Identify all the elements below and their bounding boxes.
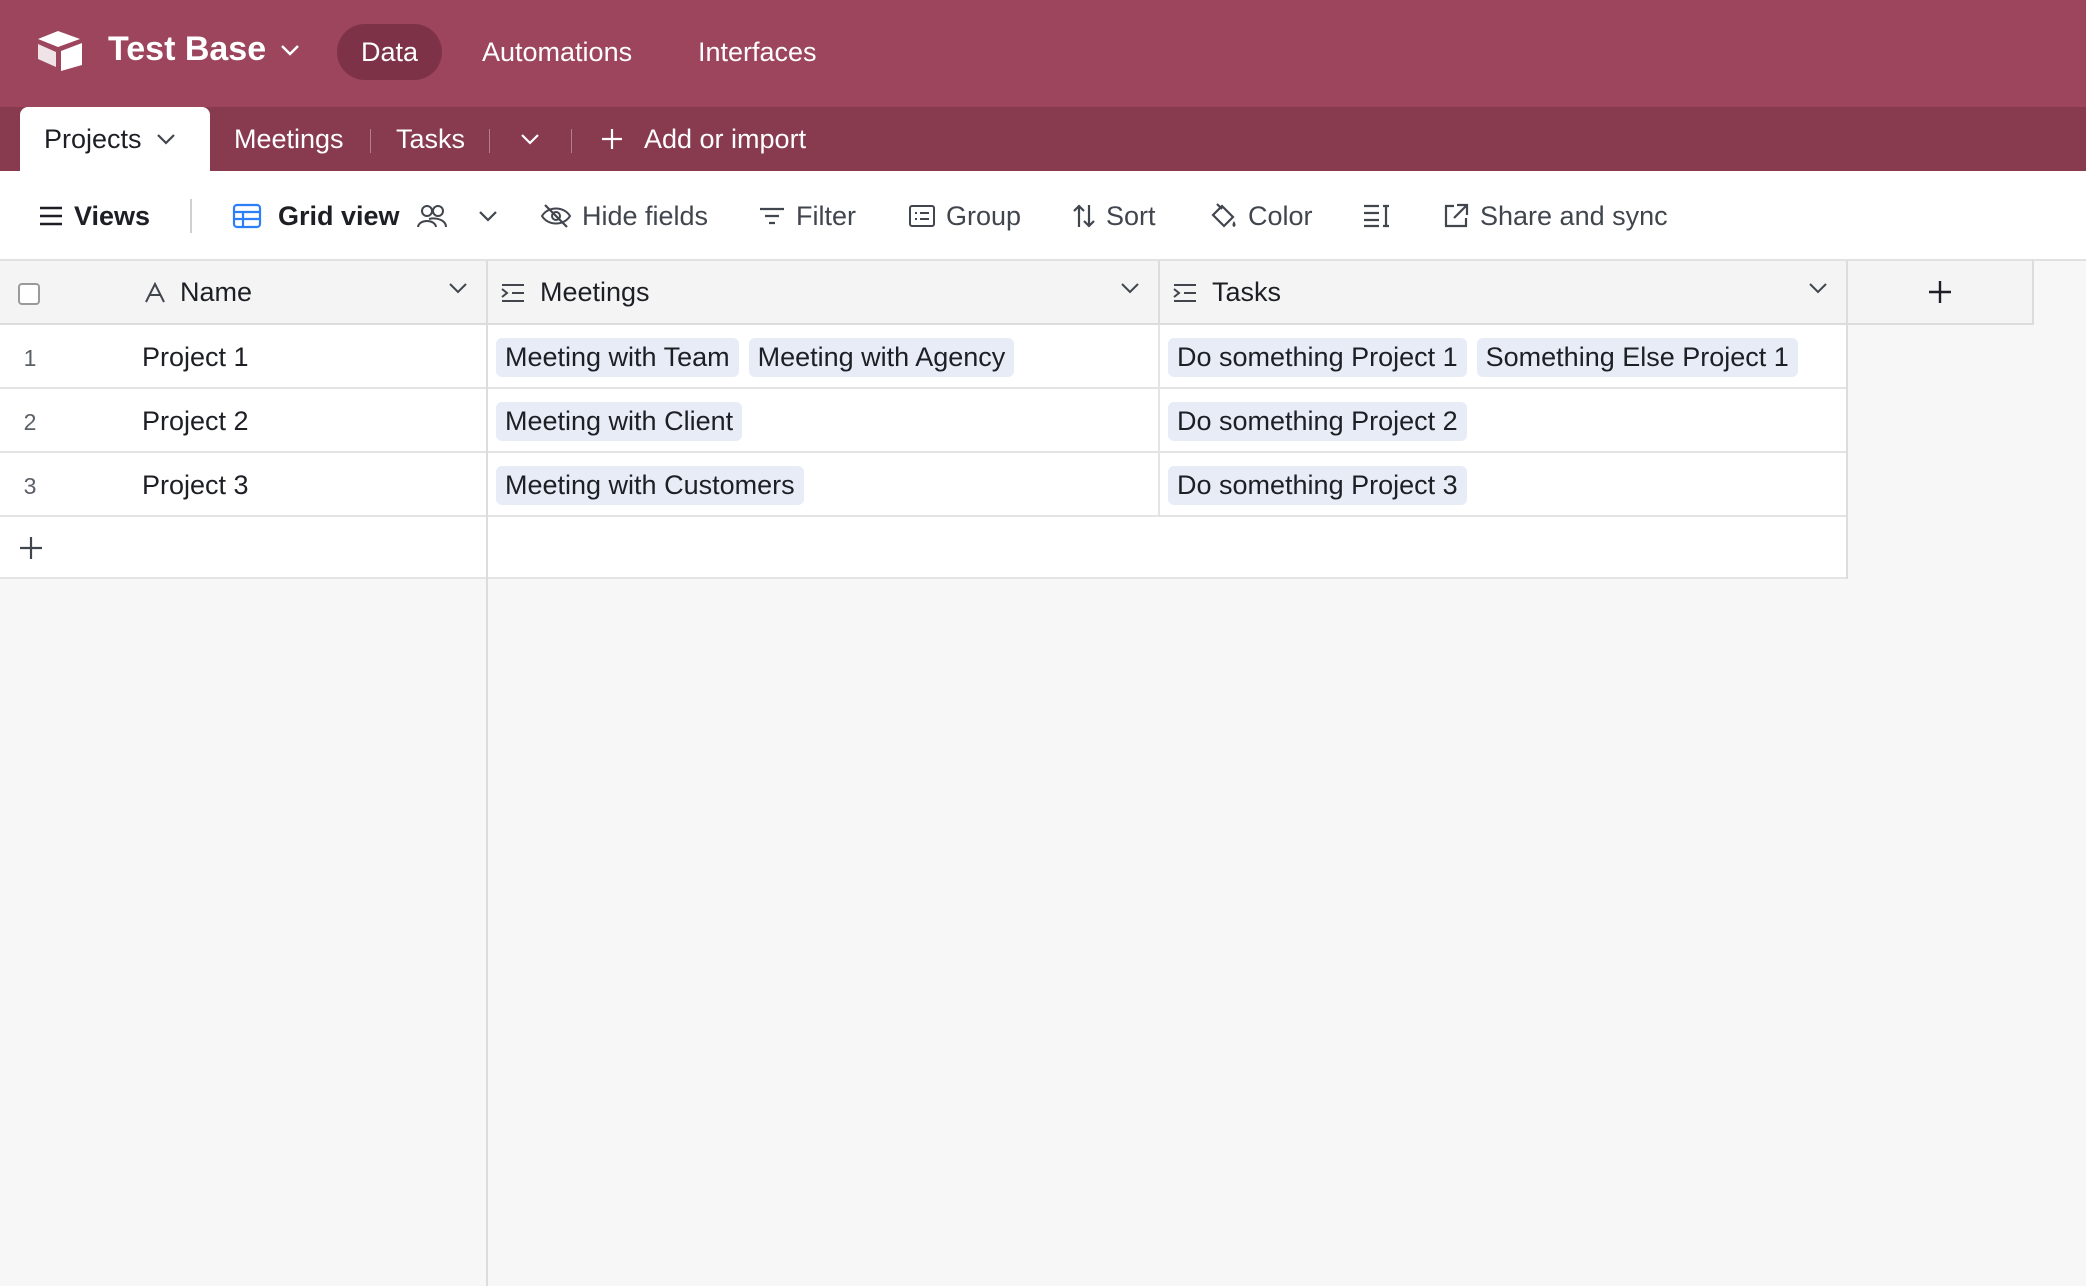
linked-record-chip[interactable]: Do something Project 1 bbox=[1168, 337, 1467, 377]
color-button[interactable]: Color bbox=[1208, 171, 1313, 261]
meetings-cell[interactable]: Meeting with Customers bbox=[496, 453, 814, 517]
collaborators-icon bbox=[416, 205, 447, 228]
tab-tasks[interactable]: Tasks bbox=[396, 107, 465, 171]
column-divider bbox=[1846, 325, 1848, 579]
plus-icon bbox=[20, 537, 42, 559]
sort-label: Sort bbox=[1106, 200, 1156, 231]
sort-button[interactable]: Sort bbox=[1072, 171, 1156, 261]
paint-bucket-icon bbox=[1211, 203, 1236, 228]
row-height-icon bbox=[1364, 204, 1389, 228]
filter-label: Filter bbox=[796, 200, 856, 231]
tab-projects-label: Projects bbox=[44, 123, 142, 154]
column-header-name[interactable]: Name bbox=[0, 261, 488, 325]
add-or-import-label: Add or import bbox=[644, 123, 807, 154]
frozen-column-divider bbox=[486, 261, 488, 1286]
tasks-cell[interactable]: Do something Project 3 bbox=[1168, 453, 1477, 517]
view-toolbar: Views Grid view Hide fields Filter Group… bbox=[0, 171, 2086, 261]
table-row[interactable]: 2 Project 2 Meeting with Client Do somet… bbox=[0, 389, 1848, 453]
linked-record-icon bbox=[1173, 284, 1196, 302]
name-cell[interactable]: Project 3 bbox=[142, 453, 249, 517]
linked-record-chip[interactable]: Meeting with Agency bbox=[748, 337, 1015, 377]
views-button[interactable]: Views bbox=[38, 171, 150, 261]
eye-slash-icon bbox=[540, 204, 572, 228]
tasks-cell[interactable]: Do something Project 2 bbox=[1168, 389, 1477, 453]
nav-interfaces[interactable]: Interfaces bbox=[674, 24, 841, 80]
more-tables-button[interactable] bbox=[520, 107, 540, 171]
meetings-cell[interactable]: Meeting with Client bbox=[496, 389, 752, 453]
base-name: Test Base bbox=[108, 30, 267, 68]
grid-icon bbox=[232, 203, 262, 229]
external-link-icon bbox=[1444, 203, 1469, 228]
linked-record-chip[interactable]: Something Else Project 1 bbox=[1476, 337, 1798, 377]
group-label: Group bbox=[946, 200, 1022, 231]
name-cell[interactable]: Project 2 bbox=[142, 389, 249, 453]
app-header: Test Base Data Automations Interfaces bbox=[0, 0, 2086, 107]
table-tabbar: Projects Meetings Tasks Add or import bbox=[0, 107, 2086, 171]
chevron-down-icon[interactable] bbox=[448, 281, 468, 295]
tab-divider bbox=[489, 129, 490, 153]
sort-icon bbox=[1073, 204, 1095, 228]
chevron-down-icon[interactable] bbox=[1120, 281, 1140, 295]
text-field-icon bbox=[145, 282, 165, 303]
tab-divider bbox=[370, 129, 371, 153]
chevron-down-icon bbox=[521, 134, 539, 145]
tab-projects[interactable]: Projects bbox=[20, 107, 210, 171]
column-header-meetings[interactable]: Meetings bbox=[488, 261, 1160, 325]
chevron-down-icon[interactable] bbox=[156, 132, 176, 146]
share-and-sync-button[interactable]: Share and sync bbox=[1442, 171, 1668, 261]
base-name-button[interactable]: Test Base bbox=[108, 30, 300, 69]
name-cell[interactable]: Project 1 bbox=[142, 325, 249, 389]
toolbar-divider bbox=[190, 199, 192, 233]
chevron-down-icon[interactable] bbox=[1808, 281, 1828, 295]
linked-record-chip[interactable]: Meeting with Team bbox=[496, 337, 739, 377]
filter-icon bbox=[760, 207, 784, 225]
nav-data[interactable]: Data bbox=[337, 24, 443, 80]
linked-record-chip[interactable]: Meeting with Client bbox=[496, 401, 743, 441]
column-divider bbox=[1158, 325, 1160, 517]
chevron-down-icon bbox=[281, 44, 300, 56]
color-label: Color bbox=[1248, 200, 1313, 231]
group-button[interactable]: Group bbox=[908, 171, 1021, 261]
linked-record-chip[interactable]: Do something Project 3 bbox=[1168, 465, 1467, 505]
plus-icon bbox=[602, 129, 622, 149]
chevron-down-icon bbox=[478, 211, 497, 222]
meetings-cell[interactable]: Meeting with Team Meeting with Agency bbox=[496, 325, 1024, 389]
table-row[interactable]: 1 Project 1 Meeting with Team Meeting wi… bbox=[0, 325, 1848, 389]
linked-record-chip[interactable]: Meeting with Customers bbox=[496, 465, 804, 505]
hide-fields-label: Hide fields bbox=[582, 200, 709, 231]
column-header-label: Tasks bbox=[1212, 276, 1282, 307]
tasks-cell[interactable]: Do something Project 1 Something Else Pr… bbox=[1168, 325, 1808, 389]
linked-record-chip[interactable]: Do something Project 2 bbox=[1168, 401, 1467, 441]
row-number: 3 bbox=[23, 473, 37, 499]
tab-meetings[interactable]: Meetings bbox=[234, 107, 344, 171]
view-name: Grid view bbox=[278, 200, 400, 231]
row-number: 1 bbox=[23, 345, 37, 371]
plus-icon bbox=[1929, 281, 1951, 303]
add-row-button[interactable] bbox=[0, 517, 1848, 579]
views-label: Views bbox=[74, 200, 151, 231]
view-switcher-button[interactable]: Grid view bbox=[232, 171, 508, 261]
linked-record-icon bbox=[501, 284, 524, 302]
add-or-import-button[interactable]: Add or import bbox=[600, 107, 806, 171]
tab-divider bbox=[571, 129, 572, 153]
row-height-button[interactable] bbox=[1362, 171, 1402, 261]
add-field-button[interactable] bbox=[1848, 261, 2034, 325]
group-icon bbox=[909, 205, 935, 227]
column-header-tasks[interactable]: Tasks bbox=[1160, 261, 1848, 325]
nav-automations[interactable]: Automations bbox=[458, 24, 656, 80]
base-logo-icon[interactable] bbox=[36, 29, 84, 73]
column-header-label: Name bbox=[180, 276, 253, 307]
row-number: 2 bbox=[23, 409, 37, 435]
column-header-label: Meetings bbox=[540, 276, 650, 307]
select-all-checkbox[interactable] bbox=[18, 283, 40, 305]
hide-fields-button[interactable]: Hide fields bbox=[540, 171, 708, 261]
table-row[interactable]: 3 Project 3 Meeting with Customers Do so… bbox=[0, 453, 1848, 517]
menu-icon bbox=[40, 206, 62, 226]
filter-button[interactable]: Filter bbox=[758, 171, 856, 261]
share-and-sync-label: Share and sync bbox=[1480, 200, 1668, 231]
